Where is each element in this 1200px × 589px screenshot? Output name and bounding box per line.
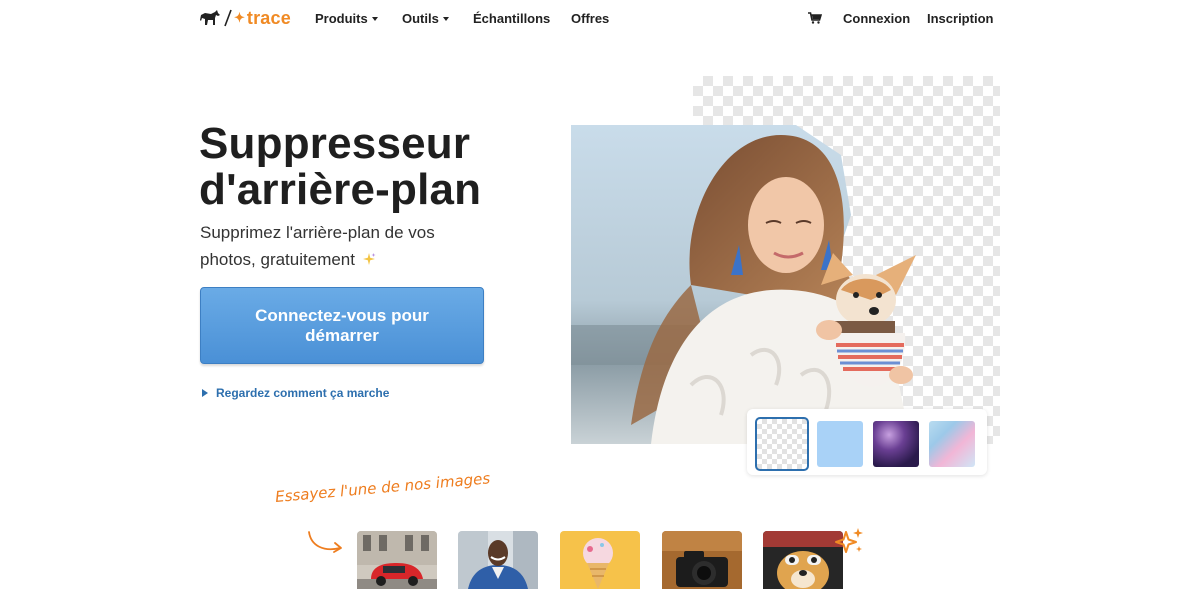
sample-image-man-in-suit[interactable] (458, 531, 538, 589)
swatch-transparent[interactable] (755, 417, 809, 471)
page-title: Suppresseur d'arrière-plan (199, 121, 529, 213)
slash-icon (224, 9, 232, 27)
swatch-pastel-marble[interactable] (929, 421, 975, 467)
signup-label: Inscription (927, 11, 994, 26)
sparkle-icon (362, 253, 376, 265)
watch-how-label: Regardez comment ça marche (216, 386, 390, 400)
logo-wordmark: trace (246, 7, 291, 28)
nav-offers-label: Offres (571, 11, 610, 26)
nav-samples-label: Échantillons (473, 11, 551, 26)
nav-products[interactable]: Produits (315, 11, 378, 26)
subtitle-line-1: Supprimez l'arrière-plan de vos (200, 223, 435, 242)
background-swatch-panel (747, 409, 987, 475)
sparkle-burst-icon (835, 528, 863, 553)
caret-down-icon (442, 16, 449, 21)
cart-icon[interactable] (808, 12, 822, 24)
caret-down-icon (371, 16, 378, 21)
sample-image-camera[interactable] (662, 531, 742, 589)
curved-arrow-icon (308, 531, 342, 553)
nav-offers[interactable]: Offres (571, 11, 609, 26)
sparkle-logo-icon: ✦ (234, 10, 245, 25)
swatch-light-blue[interactable] (817, 421, 863, 467)
signup-link[interactable]: Inscription (927, 11, 993, 26)
nav-tools-label: Outils (402, 11, 439, 26)
sample-image-dog-with-sunglasses[interactable] (763, 531, 843, 589)
title-line-1: Suppresseur (199, 119, 471, 168)
swatch-galaxy[interactable] (873, 421, 919, 467)
login-label: Connexion (843, 11, 911, 26)
logo[interactable]: ✦ trace (199, 7, 291, 29)
subtitle-line-2: photos, gratuitement (200, 250, 355, 269)
nav-samples[interactable]: Échantillons (473, 11, 550, 26)
sample-image-ice-cream[interactable] (560, 531, 640, 589)
top-nav: ✦ trace Produits Outils Échantillons Off… (0, 0, 1200, 38)
play-icon (202, 389, 208, 397)
nav-tools[interactable]: Outils (402, 11, 449, 26)
try-sample-images-label: Essayez l'une de nos images (274, 469, 491, 506)
horse-logo-icon (200, 10, 220, 25)
hero-photo-woman-with-dog (571, 125, 951, 444)
hero-subtitle: Supprimez l'arrière-plan de vos photos, … (200, 219, 490, 273)
watch-how-it-works-link[interactable]: Regardez comment ça marche (202, 386, 389, 400)
title-line-2: d'arrière-plan (199, 165, 482, 214)
login-link[interactable]: Connexion (843, 11, 910, 26)
nav-products-label: Produits (315, 11, 368, 26)
sample-image-red-car[interactable] (357, 531, 437, 589)
signin-to-start-button[interactable]: Connectez-vous pour démarrer (200, 287, 484, 364)
